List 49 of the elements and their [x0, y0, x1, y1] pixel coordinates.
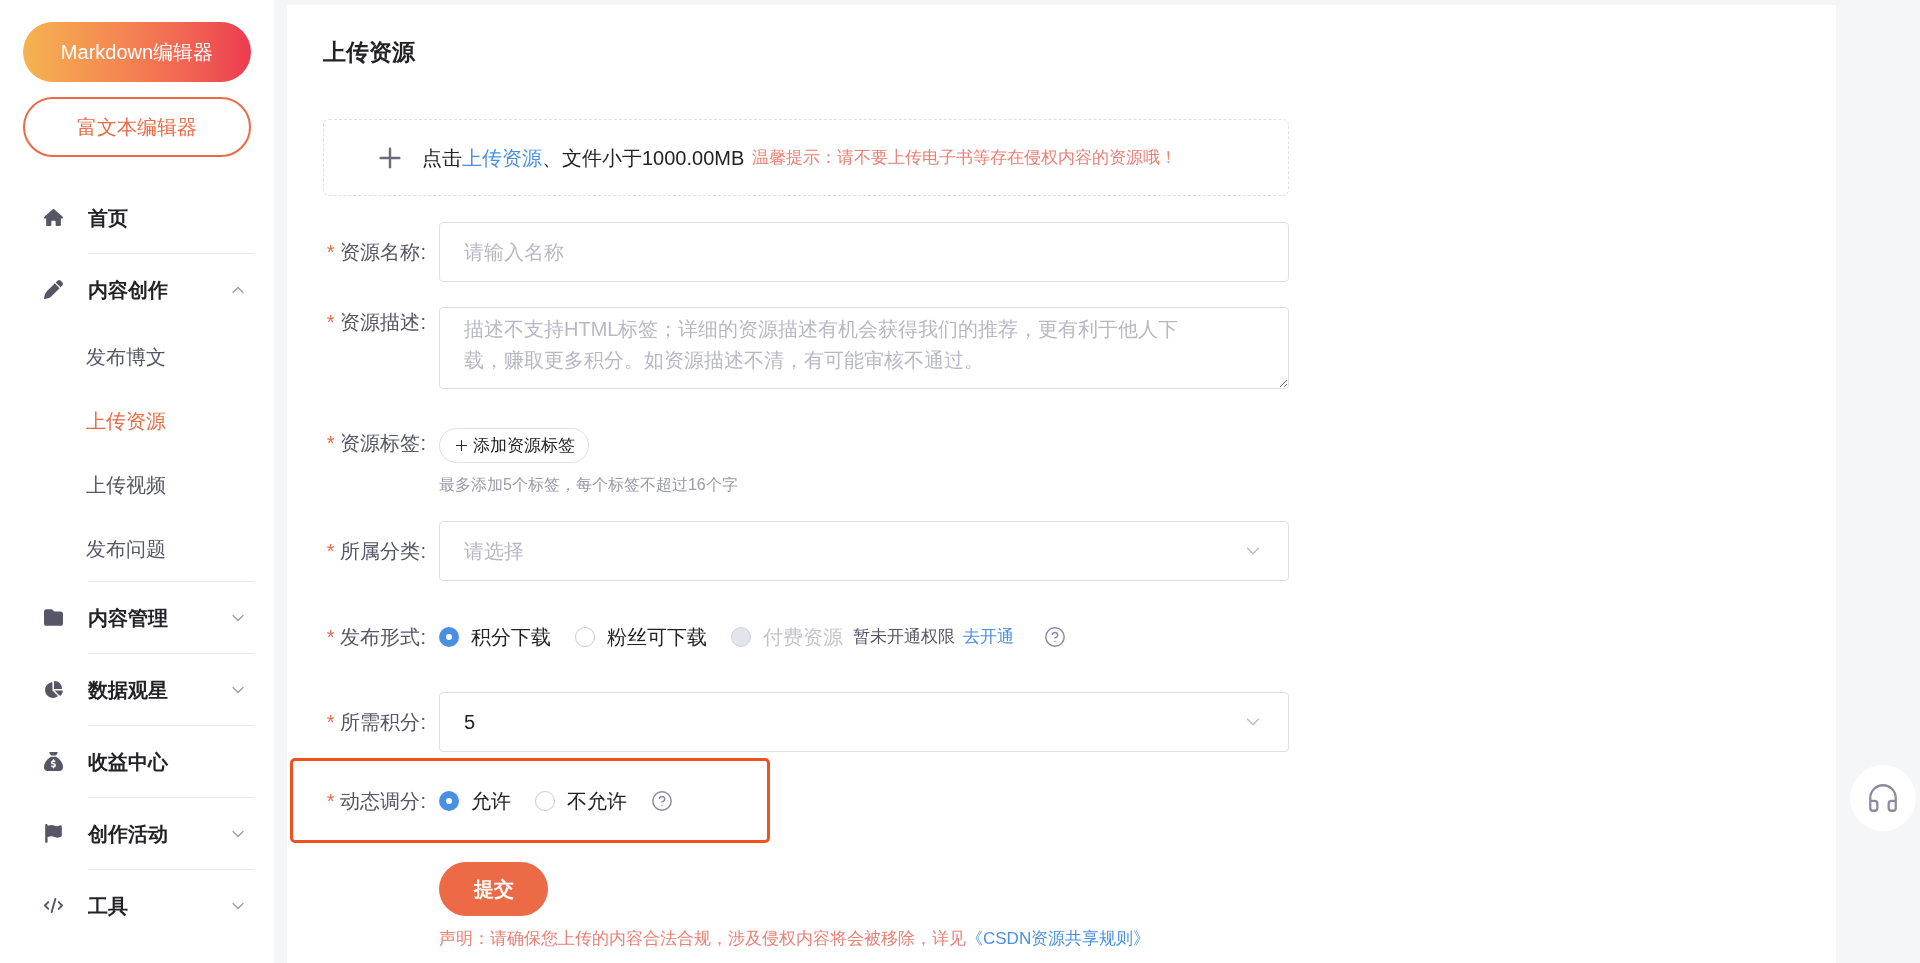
permission-note: 暂未开通权限: [853, 626, 955, 649]
menu-item[interactable]: 创作活动: [23, 798, 254, 869]
menu-item[interactable]: 内容管理: [23, 582, 254, 653]
submenu-item[interactable]: 上传视频: [86, 453, 254, 517]
pen-icon: [44, 280, 63, 299]
tag-hint: 最多添加5个标签，每个标签不超过16个字: [439, 475, 738, 495]
field-label: 资源名称:: [340, 240, 426, 265]
folder-icon: [44, 608, 63, 627]
radio-option[interactable]: 允许: [439, 785, 511, 816]
help-icon[interactable]: [1044, 626, 1066, 648]
select-field[interactable]: 5: [439, 692, 1289, 752]
required-mark: *: [326, 710, 335, 735]
flag-icon: [44, 824, 63, 843]
radio-option[interactable]: 粉丝可下载: [575, 622, 707, 652]
field-label: 所需积分:: [340, 710, 426, 735]
submenu-item[interactable]: 发布问题: [86, 517, 254, 581]
required-mark: *: [326, 240, 335, 265]
help-icon[interactable]: [651, 789, 673, 812]
upload-text: 点击上传资源、文件小于1000.00MB: [422, 145, 745, 171]
menu-item[interactable]: 首页: [23, 182, 251, 253]
required-mark: *: [326, 625, 335, 650]
menu-item[interactable]: 数据观星: [23, 654, 254, 725]
menu-item[interactable]: 收益中心: [23, 726, 254, 797]
upload-warning: 温馨提示：请不要上传电子书等存在侵权内容的资源哦！: [752, 146, 1178, 169]
radio-option[interactable]: 积分下载: [439, 622, 551, 652]
pie-chart-icon: [44, 680, 63, 699]
disclaimer-text: 声明：请确保您上传的内容合法合规，涉及侵权内容将会被移除，详见《CSDN资源共享规则》: [439, 928, 1151, 950]
name-field[interactable]: 请输入名称: [439, 222, 1289, 282]
headset-icon: [1866, 781, 1900, 815]
required-mark: *: [326, 431, 335, 456]
field-label: 资源描述:: [340, 310, 426, 335]
required-mark: *: [326, 539, 335, 564]
page-title: 上传资源: [323, 38, 415, 67]
field-label: 所属分类:: [340, 539, 426, 564]
radio-option[interactable]: 不允许: [535, 785, 627, 816]
description-field[interactable]: 描述不支持HTML标签；详细的资源描述有机会获得我们的推荐，更有利于他人下载，赚取更多积分。如资源描述不清，有可能审核不通过。: [439, 307, 1289, 389]
plus-icon: [453, 437, 470, 454]
submenu-item[interactable]: 发布博文: [86, 325, 254, 389]
code-icon: [44, 896, 63, 915]
field-label: 资源标签:: [340, 431, 426, 456]
required-mark: *: [326, 788, 335, 814]
field-label: 发布形式:: [340, 625, 426, 650]
menu-item[interactable]: 工具: [23, 870, 254, 941]
required-mark: *: [326, 310, 335, 335]
menu-item[interactable]: 内容创作: [23, 254, 254, 325]
field-label: 动态调分:: [340, 788, 426, 814]
house-icon: [44, 208, 63, 227]
money-bag-icon: [44, 752, 63, 771]
upload-area[interactable]: 点击上传资源、文件小于1000.00MB 温馨提示：请不要上传电子书等存在侵权内容的资源哦！: [323, 119, 1289, 196]
